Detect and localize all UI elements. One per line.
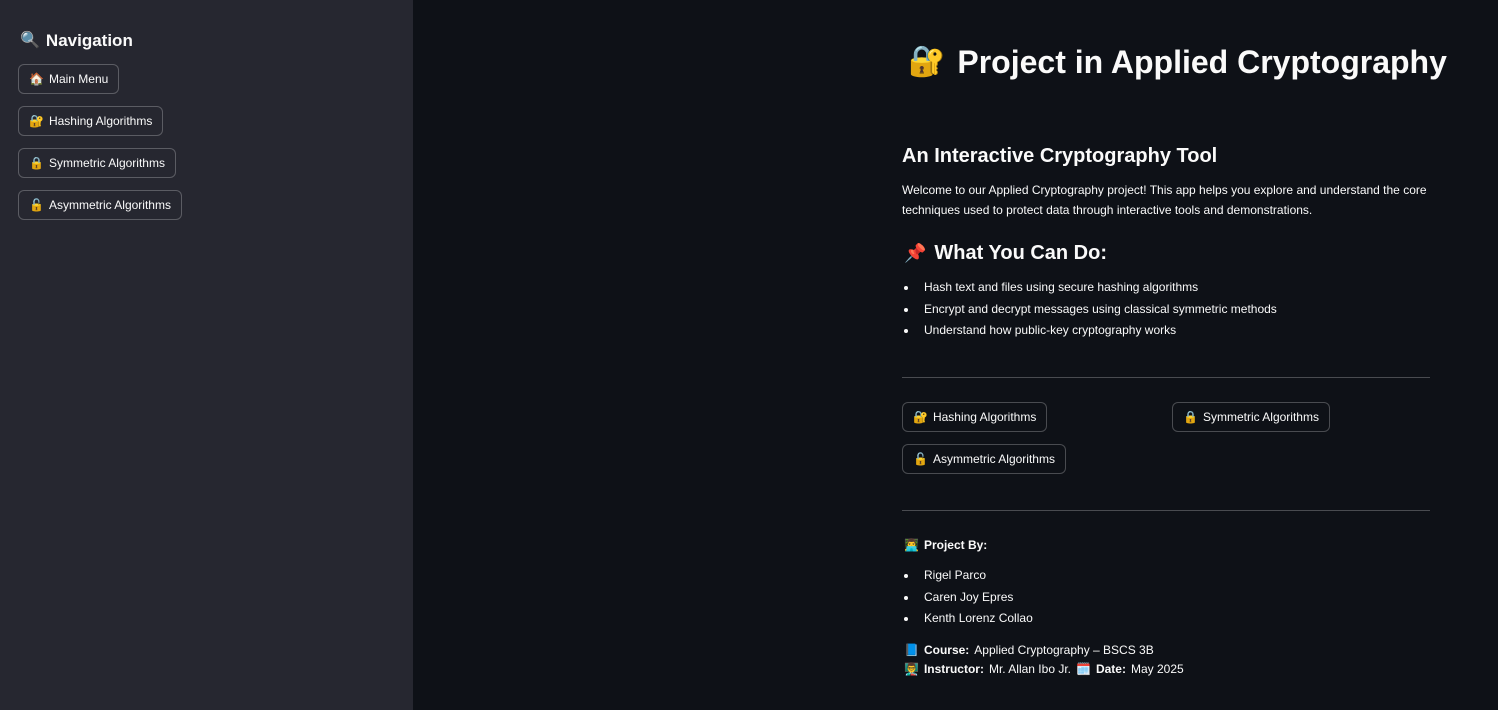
- course-line: 📘 Course: Applied Cryptography – BSCS 3B: [904, 642, 1154, 658]
- magnifier-icon: 🔍: [20, 32, 40, 49]
- locked-with-key-icon: 🔐: [29, 114, 44, 128]
- divider: [902, 377, 1430, 378]
- sidebar-button-label: Asymmetric Algorithms: [48, 198, 171, 212]
- list-item: Kenth Lorenz Collao: [902, 608, 1033, 630]
- page-title: 🔐 Project in Applied Cryptography: [908, 40, 1447, 84]
- list-item: Understand how public-key cryptography w…: [902, 320, 1277, 342]
- page-title-text: Project in Applied Cryptography: [957, 44, 1447, 80]
- section-subtitle: An Interactive Cryptography Tool: [902, 145, 1218, 167]
- pushpin-icon: 📌: [904, 243, 927, 263]
- app-root: 🔍 Navigation 🏠 Main Menu 🔐 Hashing Algor…: [0, 0, 1498, 710]
- house-icon: 🏠: [29, 72, 44, 86]
- button-label: Asymmetric Algorithms: [932, 452, 1055, 466]
- divider: [902, 510, 1430, 511]
- features-heading-text: What You Can Do:: [934, 242, 1107, 264]
- technologist-icon: 👨‍💻: [904, 538, 919, 552]
- lock-icon: 🔒: [1183, 410, 1198, 424]
- asymmetric-algorithms-button[interactable]: 🔓 Asymmetric Algorithms: [902, 444, 1066, 474]
- sidebar: 🔍 Navigation 🏠 Main Menu 🔐 Hashing Algor…: [0, 0, 413, 710]
- unlock-icon: 🔓: [29, 198, 44, 212]
- list-item: Hash text and files using secure hashing…: [902, 277, 1277, 299]
- sidebar-button-label: Symmetric Algorithms: [48, 156, 165, 170]
- sidebar-title-text: Navigation: [45, 31, 133, 50]
- locked-with-key-icon: 🔐: [913, 410, 928, 424]
- instructor-date-line: 👨‍🏫 Instructor: Mr. Allan Ibo Jr. 🗓️ Dat…: [904, 661, 1184, 677]
- project-by-label: 👨‍💻 Project By:: [904, 537, 987, 553]
- date-value: May 2025: [1130, 662, 1184, 676]
- list-item: Caren Joy Epres: [902, 587, 1033, 609]
- features-heading: 📌 What You Can Do:: [904, 240, 1107, 266]
- list-item: Rigel Parco: [902, 565, 1033, 587]
- instructor-value: Mr. Allan Ibo Jr.: [988, 662, 1071, 676]
- unlock-icon: 🔓: [913, 452, 928, 466]
- teacher-icon: 👨‍🏫: [904, 662, 919, 676]
- hashing-algorithms-button[interactable]: 🔐 Hashing Algorithms: [902, 402, 1048, 432]
- symmetric-algorithms-button[interactable]: 🔒 Symmetric Algorithms: [1172, 402, 1330, 432]
- button-label: Hashing Algorithms: [932, 410, 1037, 424]
- intro-line-2: techniques used to protect data through …: [902, 203, 1313, 217]
- sidebar-asymmetric-button[interactable]: 🔓 Asymmetric Algorithms: [18, 190, 182, 220]
- sidebar-hashing-button[interactable]: 🔐 Hashing Algorithms: [18, 106, 164, 136]
- sidebar-symmetric-button[interactable]: 🔒 Symmetric Algorithms: [18, 148, 176, 178]
- intro-line-1: Welcome to our Applied Cryptography proj…: [902, 183, 1427, 197]
- blue-book-icon: 📘: [904, 643, 919, 657]
- date-label: Date:: [1095, 662, 1126, 676]
- sidebar-button-label: Main Menu: [48, 72, 109, 86]
- features-list: Hash text and files using secure hashing…: [902, 277, 1277, 342]
- sidebar-main-menu-button[interactable]: 🏠 Main Menu: [18, 64, 120, 94]
- button-label: Symmetric Algorithms: [1202, 410, 1319, 424]
- lock-icon: 🔒: [29, 156, 44, 170]
- project-by-text: Project By:: [923, 538, 988, 552]
- sidebar-button-label: Hashing Algorithms: [48, 114, 153, 128]
- sidebar-title: 🔍 Navigation: [20, 30, 133, 52]
- members-list: Rigel Parco Caren Joy Epres Kenth Lorenz…: [902, 565, 1033, 630]
- list-item: Encrypt and decrypt messages using class…: [902, 299, 1277, 321]
- calendar-icon: 🗓️: [1076, 662, 1091, 676]
- course-value: Applied Cryptography – BSCS 3B: [974, 643, 1154, 657]
- locked-with-key-icon: 🔐: [908, 45, 946, 78]
- main-content: 🔐 Project in Applied Cryptography An Int…: [902, 0, 1447, 710]
- course-label: Course:: [923, 643, 970, 657]
- intro-paragraph: Welcome to our Applied Cryptography proj…: [902, 180, 1430, 220]
- instructor-label: Instructor:: [923, 662, 984, 676]
